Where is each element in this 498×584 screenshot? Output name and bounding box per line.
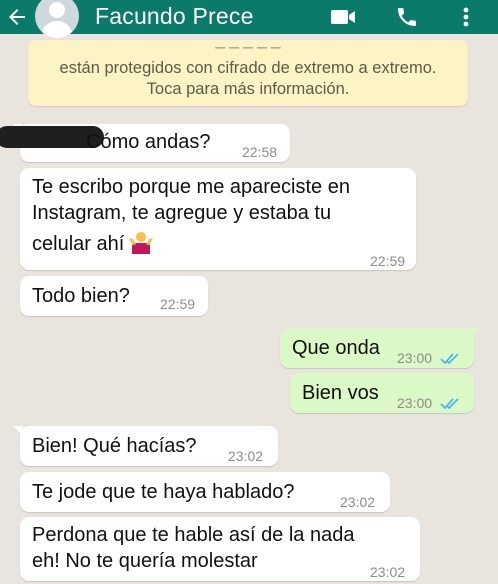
message-incoming[interactable]: Bien! Qué hacías? 23:02 [13, 426, 278, 466]
read-double-check-icon [440, 346, 460, 372]
back-arrow-icon[interactable] [4, 4, 30, 30]
message-incoming[interactable]: Te escribo porque me apareciste en Insta… [20, 168, 416, 270]
message-text: Te jode que te haya hablado? [32, 481, 295, 503]
read-double-check-icon [440, 391, 460, 417]
message-time: 22:59 [370, 253, 406, 269]
notice-cut-off-line: ─ ─ ─ ─ ─ [215, 42, 281, 52]
message-text-line: Perdona que te hable así de la nada [32, 524, 355, 546]
bubble-tail [471, 328, 481, 338]
message-time: 23:02 [228, 448, 264, 464]
person-shrugging-emoji [128, 230, 154, 254]
message-time: 23:02 [370, 564, 406, 580]
bubble-tail [13, 426, 23, 436]
message-time: 23:02 [340, 494, 376, 510]
contact-name[interactable]: Facundo Prece [95, 3, 254, 30]
message-time: 23:00 [397, 350, 433, 366]
message-time: 23:00 [397, 395, 433, 411]
message-text: Que onda [292, 337, 380, 359]
more-options-icon[interactable] [456, 4, 476, 30]
message-text-line: celular ahí [32, 233, 125, 255]
message-text-line-with-emoji: celular ahí [32, 230, 154, 257]
message-text-line: Te escribo porque me apareciste en [32, 176, 350, 198]
message-time: 22:58 [242, 144, 278, 160]
message-text: Bien! Qué hacías? [32, 435, 197, 457]
message-incoming[interactable]: Te jode que te haya hablado? 23:02 [20, 472, 390, 512]
video-call-icon[interactable] [328, 4, 358, 30]
message-time: 22:59 [160, 296, 196, 312]
message-incoming[interactable]: Cómo andas? 22:58 [0, 124, 290, 162]
notice-line-1: están protegidos con cifrado de extremo … [59, 59, 437, 77]
message-incoming[interactable]: Perdona que te hable así de la nada eh! … [20, 517, 420, 581]
avatar[interactable] [35, 0, 79, 38]
message-outgoing[interactable]: Que onda 23:00 [280, 328, 481, 368]
encryption-notice[interactable]: ─ ─ ─ ─ ─ están protegidos con cifrado d… [28, 40, 468, 106]
message-text-line: Instagram, te agregue y estaba tu [32, 202, 332, 224]
avatar-body-shape [41, 21, 73, 38]
message-text: Bien vos [302, 382, 379, 404]
message-outgoing[interactable]: Bien vos 23:00 [290, 373, 474, 413]
chat-header: Facundo Prece [0, 0, 498, 38]
chat-screen: Facundo Prece ─ ─ ─ ─ ─ están protegidos… [0, 0, 498, 584]
voice-call-icon[interactable] [393, 4, 421, 30]
message-text: Cómo andas? [86, 131, 211, 153]
message-incoming[interactable]: Todo bien? 22:59 [20, 276, 208, 316]
message-text-line: eh! No te quería molestar [32, 550, 258, 572]
message-text: Todo bien? [32, 285, 130, 307]
notice-line-2: Toca para más información. [146, 80, 350, 98]
avatar-head-shape [49, 2, 65, 18]
